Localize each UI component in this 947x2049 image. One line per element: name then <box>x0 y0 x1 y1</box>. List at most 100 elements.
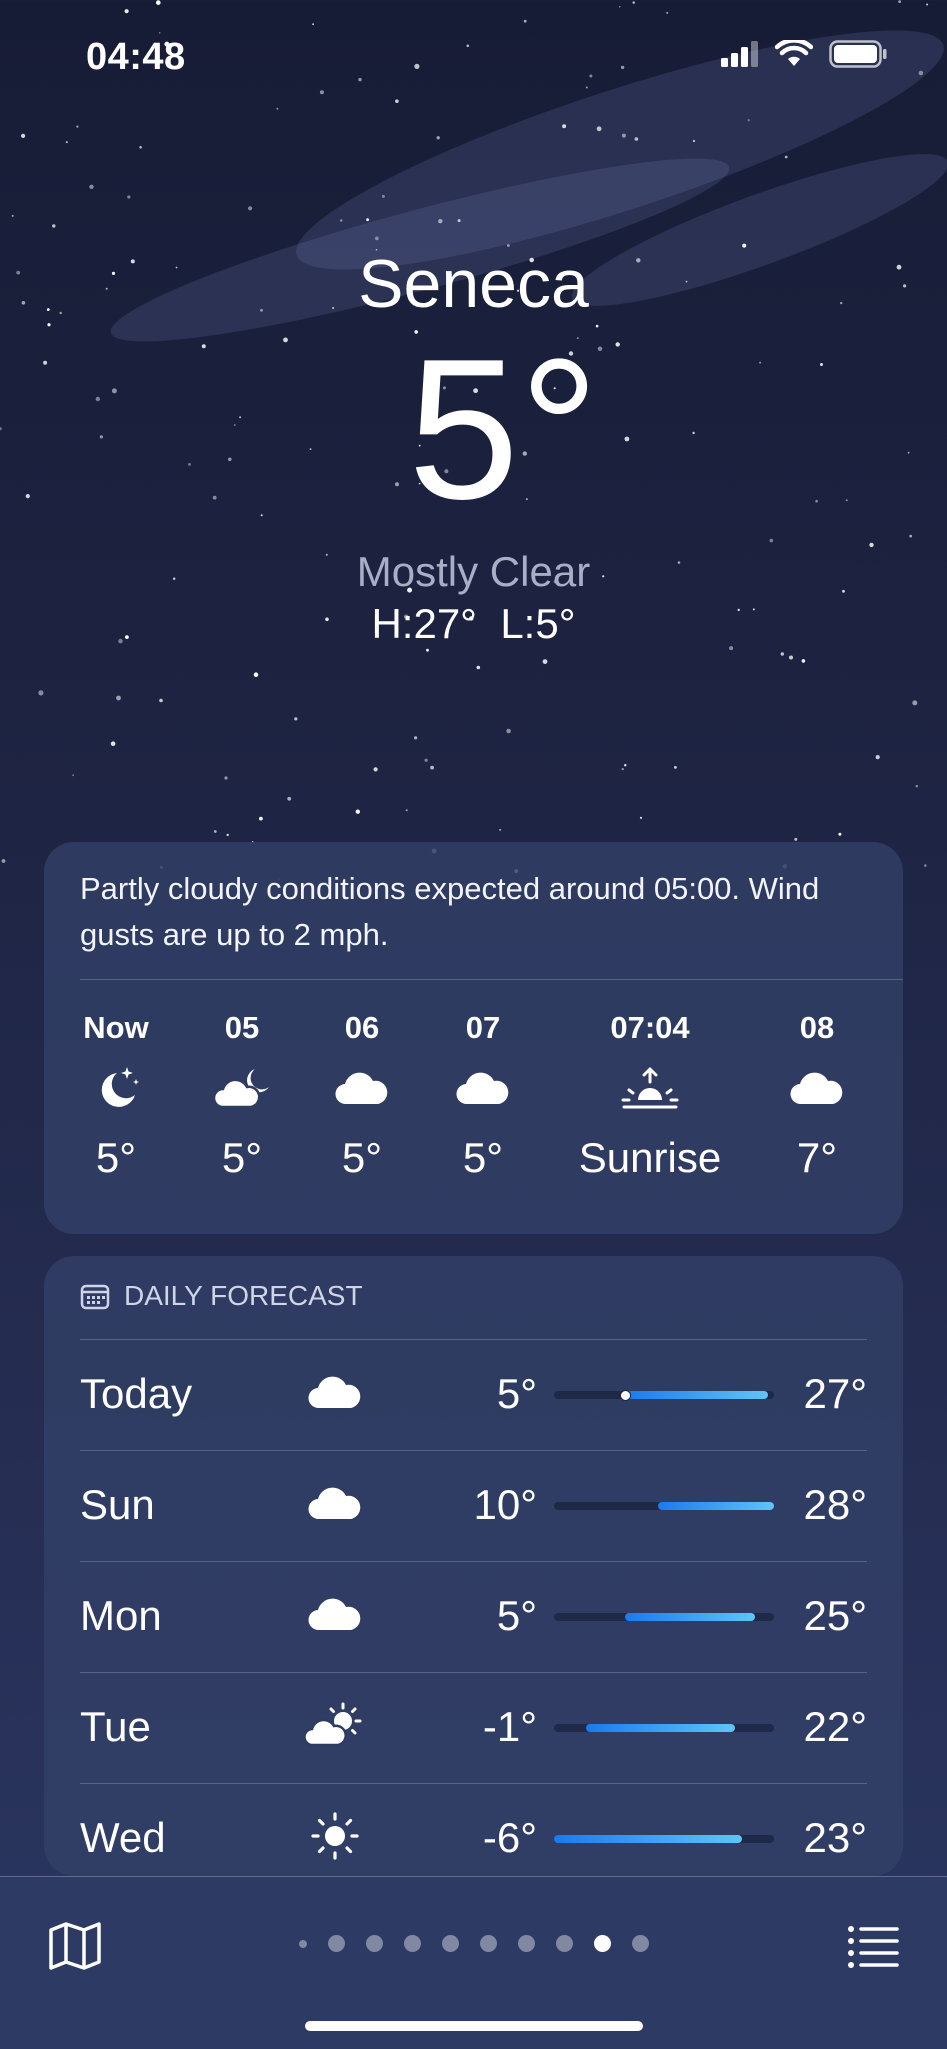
day-name: Today <box>80 1370 193 1417</box>
star <box>76 125 79 128</box>
page-dot[interactable] <box>479 1935 497 1952</box>
cloud-icon <box>790 1072 843 1105</box>
day-name: Sun <box>80 1481 155 1528</box>
star <box>72 774 74 777</box>
day-name: Wed <box>80 1814 166 1861</box>
star <box>259 816 263 821</box>
page-dot[interactable] <box>327 1935 345 1952</box>
star <box>457 219 461 223</box>
page-dot[interactable] <box>403 1935 421 1952</box>
cloud-icon <box>308 1598 361 1631</box>
star <box>430 765 434 770</box>
sunrise-icon <box>621 1067 679 1109</box>
star <box>159 698 163 703</box>
star <box>585 86 588 89</box>
star <box>639 816 643 819</box>
star <box>139 146 142 149</box>
star <box>801 659 806 663</box>
hour-temperature: 5° <box>95 1134 137 1181</box>
star <box>366 218 369 222</box>
star <box>110 741 116 746</box>
star <box>287 796 292 801</box>
star <box>381 194 385 198</box>
wifi-icon <box>775 40 813 66</box>
star <box>898 0 901 3</box>
page-dot[interactable] <box>441 1935 459 1952</box>
star <box>838 832 842 836</box>
day-low-temperature: -6° <box>482 1814 537 1861</box>
star <box>562 124 567 129</box>
star <box>693 140 695 142</box>
star <box>621 767 624 771</box>
star <box>596 126 602 132</box>
day-high-temperature: 25° <box>803 1592 867 1639</box>
star <box>89 184 94 189</box>
star <box>373 767 378 772</box>
status-bar: 04:48 <box>0 30 947 80</box>
star <box>747 119 750 122</box>
star <box>780 652 784 656</box>
star <box>438 219 443 224</box>
temperature-range-fill <box>657 1502 774 1510</box>
page-dot[interactable] <box>555 1935 573 1952</box>
day-low-temperature: 5° <box>496 1370 537 1417</box>
star <box>414 736 418 740</box>
page-indicator[interactable] <box>0 1935 947 1952</box>
day-row[interactable]: Mon 5° 25° <box>80 1562 867 1672</box>
page-dot[interactable] <box>517 1935 535 1952</box>
cloud-sun-icon <box>303 1702 362 1747</box>
hour-time: 07:04 <box>610 1010 690 1045</box>
page-dot[interactable] <box>365 1935 383 1952</box>
day-low-temperature: -1° <box>482 1703 537 1750</box>
temperature-range-bar <box>554 1613 774 1621</box>
temperature-range-bar <box>554 1835 774 1843</box>
cloud-icon <box>335 1072 388 1105</box>
star <box>253 672 259 677</box>
day-row[interactable]: Wed -6° 23° <box>80 1784 867 1876</box>
hour-temperature: 5° <box>462 1134 504 1181</box>
temperature-range-fill <box>625 1391 768 1399</box>
day-low-temperature: 5° <box>496 1592 537 1639</box>
day-low-temperature: 10° <box>473 1481 537 1528</box>
star <box>794 837 798 841</box>
star <box>116 695 121 701</box>
day-row[interactable]: Tue -1° 22° <box>80 1673 867 1783</box>
page-dot[interactable] <box>593 1935 611 1952</box>
battery-icon <box>829 40 887 68</box>
page-dot[interactable] <box>631 1935 649 1952</box>
hourly-forecast-card[interactable]: Partly cloudy conditions expected around… <box>44 842 903 1234</box>
star <box>248 206 253 211</box>
hour-temperature: 5° <box>221 1134 263 1181</box>
hour-item: 06 5° <box>292 1002 432 1188</box>
cloud-icon <box>308 1487 361 1520</box>
star <box>542 659 548 664</box>
temperature-range-bar <box>554 1724 774 1732</box>
star <box>156 0 161 5</box>
hour-temperature: Sunrise <box>578 1134 722 1181</box>
current-temperature-marker <box>620 1390 632 1401</box>
star <box>276 107 279 110</box>
star <box>355 809 360 814</box>
star <box>319 90 324 95</box>
hour-time: 08 <box>799 1010 835 1045</box>
moon-stars-icon <box>101 1067 139 1107</box>
page-dot[interactable] <box>298 1939 307 1948</box>
high-low-temperature: H:27° L:5° <box>371 600 576 647</box>
day-row[interactable]: Sun 10° 28° <box>80 1451 867 1561</box>
day-name: Mon <box>80 1592 162 1639</box>
star <box>924 864 927 867</box>
daily-forecast-card[interactable]: DAILY FORECAST Today 5° 27° Sun 10° 28° <box>44 1256 903 1876</box>
star <box>869 542 874 548</box>
hourly-list[interactable]: Now 5° 05 5° 06 5° 07 5° 07:04 Sunrise 0… <box>44 1002 903 1222</box>
divider <box>80 979 903 980</box>
list-icon[interactable] <box>847 1921 899 1971</box>
hour-temperature: 7° <box>796 1134 838 1181</box>
hour-time: 07 <box>465 1010 501 1045</box>
star <box>21 133 26 138</box>
star <box>312 23 314 26</box>
day-high-temperature: 22° <box>803 1703 867 1750</box>
temperature-range-fill <box>625 1613 755 1621</box>
day-row[interactable]: Today 5° 27° <box>80 1340 867 1450</box>
hour-time: 05 <box>224 1010 260 1045</box>
sun-icon <box>311 1812 359 1860</box>
